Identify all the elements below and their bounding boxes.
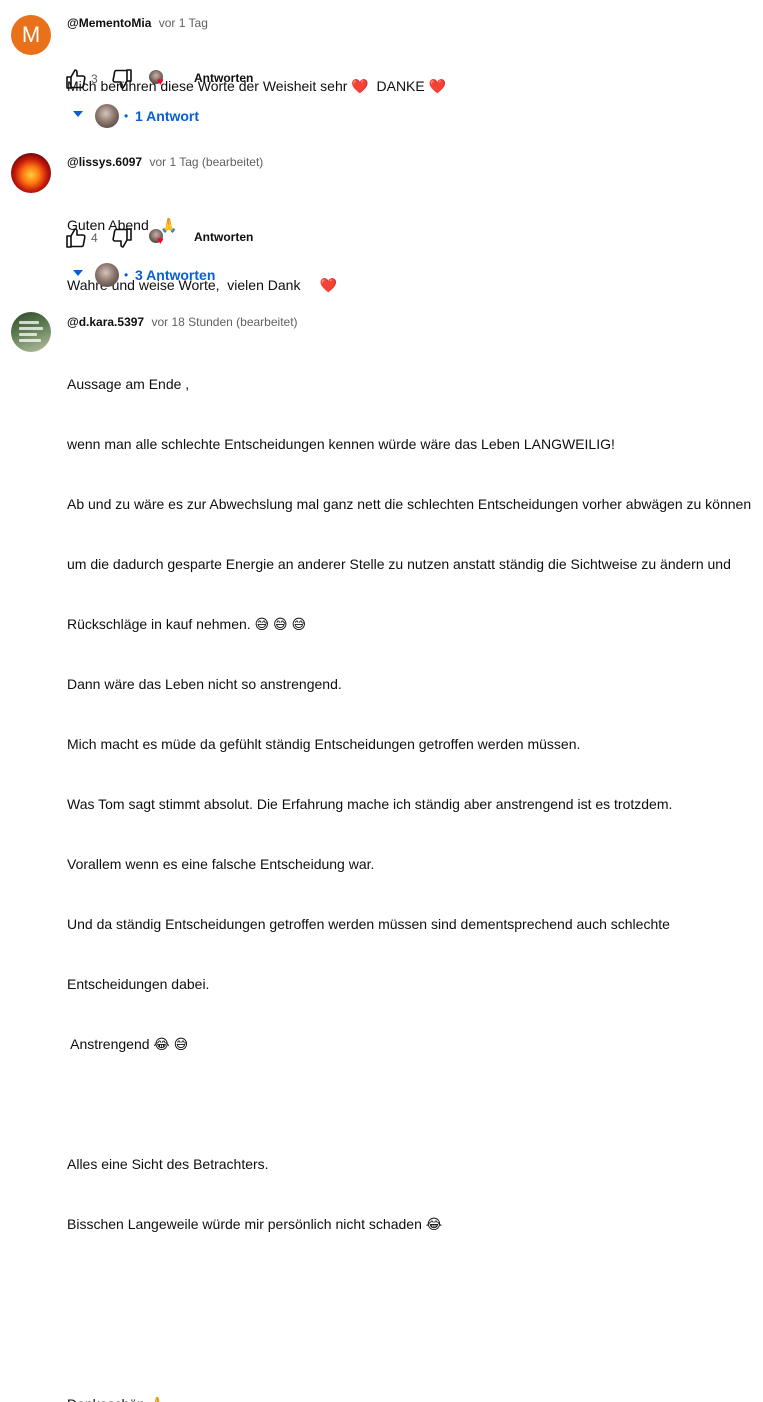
comment-header: @lissys.6097 vor 1 Tag (bearbeitet) <box>67 155 263 169</box>
creator-heart-badge: ♥ <box>149 70 167 88</box>
comment-line: Entscheidungen dabei. <box>67 976 210 992</box>
chevron-down-icon <box>73 111 83 117</box>
avatar[interactable] <box>11 312 51 352</box>
reply-button[interactable]: Antworten <box>194 230 253 244</box>
comment-text: Aussage am Ende , wenn man alle schlecht… <box>67 334 751 1402</box>
comment-actions: 4 ♥ Antworten <box>64 226 324 250</box>
replies-count-label: 3 Antworten <box>135 267 216 283</box>
thumbs-down-icon <box>112 228 132 248</box>
comment-line: Ab und zu wäre es zur Abwechslung mal ga… <box>67 496 752 512</box>
comment-line: Vorallem wenn es eine falsche Entscheidu… <box>67 856 375 872</box>
comment-line <box>67 1334 751 1354</box>
comment-line: Rückschläge in kauf nehmen. 😅 😅 😅 <box>67 616 307 632</box>
comment-line: Bisschen Langeweile würde mir persönlich… <box>67 1216 443 1232</box>
separator-dot: • <box>124 109 129 123</box>
comment-line: Mich macht es müde da gefühlt ständig En… <box>67 736 581 752</box>
comment-actions: 3 ♥ Antworten <box>64 67 324 91</box>
like-count: 3 <box>91 72 98 86</box>
timestamp[interactable]: vor 1 Tag <box>159 16 208 30</box>
comment-line: Dann wäre das Leben nicht so anstrengend… <box>67 676 342 692</box>
creator-heart-badge: ♥ <box>149 229 167 247</box>
timestamp[interactable]: vor 1 Tag (bearbeitet) <box>149 155 263 169</box>
like-button[interactable] <box>64 226 88 250</box>
author-name[interactable]: @lissys.6097 <box>67 155 142 169</box>
comment-line <box>67 1274 751 1294</box>
comment-line: Anstrengend 😂 😅 <box>67 1036 189 1052</box>
thumbs-up-icon <box>66 69 86 89</box>
heart-icon: ♥ <box>157 235 164 247</box>
comment-header: @d.kara.5397 vor 18 Stunden (bearbeitet) <box>67 315 298 329</box>
like-button[interactable] <box>64 67 88 91</box>
separator-dot: • <box>124 268 129 282</box>
timestamp[interactable]: vor 18 Stunden (bearbeitet) <box>151 315 297 329</box>
chevron-down-icon <box>73 270 83 276</box>
comment-line <box>67 1094 751 1114</box>
like-count: 4 <box>91 231 98 245</box>
comment-header: @MementoMia vor 1 Tag <box>67 16 208 30</box>
dislike-button[interactable] <box>110 67 134 91</box>
author-name[interactable]: @MementoMia <box>67 16 151 30</box>
replies-count-label: 1 Antwort <box>135 108 200 124</box>
thumbs-down-icon <box>112 69 132 89</box>
comment-line: Und da ständig Entscheidungen getroffen … <box>67 916 670 932</box>
comment-line: Dankeschön 🙏 <box>67 1394 751 1402</box>
replier-avatar <box>95 263 119 287</box>
comment-line: Was Tom sagt stimmt absolut. Die Erfahru… <box>67 796 673 812</box>
comment-line: wenn man alle schlechte Entscheidungen k… <box>67 436 615 452</box>
reply-button[interactable]: Antworten <box>194 71 253 85</box>
replier-avatar <box>95 104 119 128</box>
comment-line: Alles eine Sicht des Betrachters. <box>67 1156 269 1172</box>
avatar[interactable] <box>11 153 51 193</box>
comment-text: Guten Abend 🙏 Wahre und weise Worte, vie… <box>67 175 337 335</box>
heart-icon: ♥ <box>157 76 164 88</box>
thumbs-up-icon <box>66 228 86 248</box>
comment-line: Aussage am Ende , <box>67 376 190 392</box>
avatar[interactable]: M <box>11 15 51 55</box>
comment-line: um die dadurch gesparte Energie an ander… <box>67 556 731 572</box>
dislike-button[interactable] <box>110 226 134 250</box>
author-name[interactable]: @d.kara.5397 <box>67 315 144 329</box>
